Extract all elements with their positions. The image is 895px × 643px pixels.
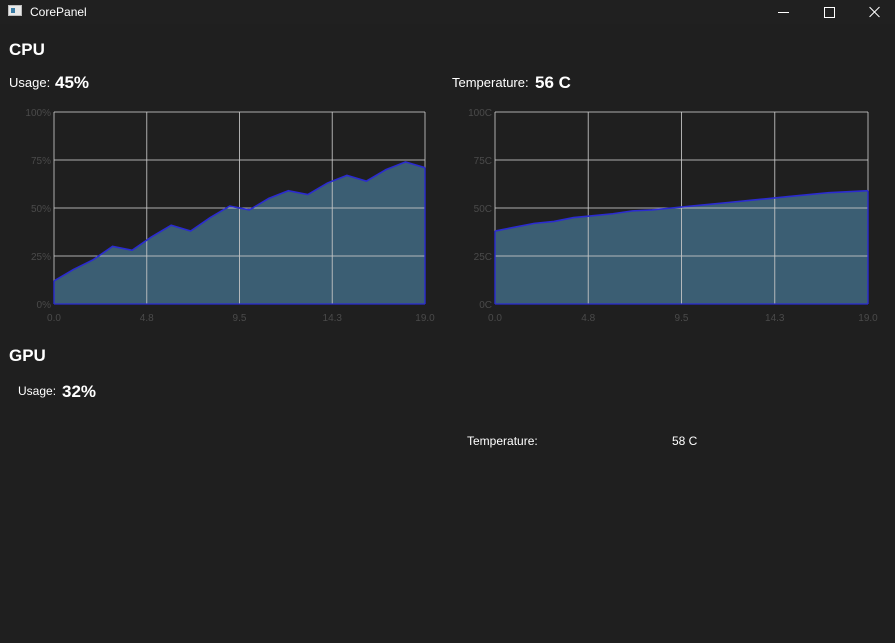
maximize-button[interactable] xyxy=(806,0,852,24)
minimize-button[interactable] xyxy=(760,0,806,24)
gpu-usage-label: Usage: xyxy=(18,384,57,398)
cpu-usage-value: 45% xyxy=(55,73,90,92)
y-tick-label: 0C xyxy=(479,300,492,311)
y-tick-label: 100C xyxy=(468,108,492,119)
y-tick-label: 100% xyxy=(25,108,51,119)
cpu-temperature-value: 56 C xyxy=(535,73,571,92)
x-tick-label: 19.0 xyxy=(858,313,878,324)
gpu-usage-value: 32% xyxy=(62,382,97,401)
close-icon xyxy=(869,6,881,18)
x-tick-label: 9.5 xyxy=(675,313,689,324)
cpu-temperature-chart-svg: 0.0 4.8 9.5 14.3 19.0 0C 25C 50C 75C 100C xyxy=(468,108,878,324)
gpu-section-title: GPU xyxy=(9,346,46,365)
cpu-temperature-chart: 0.0 4.8 9.5 14.3 19.0 0C 25C 50C 75C 100C xyxy=(442,104,892,326)
x-tick-label: 14.3 xyxy=(765,313,785,324)
cpu-usage-chart-svg: 0.0 4.8 9.5 14.3 19.0 0% 25% 50% 75% 100% xyxy=(25,108,435,324)
cpu-usage-chart: 0.0 4.8 9.5 14.3 19.0 0% 25% 50% 75% 100% xyxy=(0,104,435,326)
x-tick-label: 9.5 xyxy=(233,313,247,324)
x-tick-label: 4.8 xyxy=(140,313,154,324)
x-tick-label: 0.0 xyxy=(488,313,502,324)
minimize-icon xyxy=(777,11,789,13)
title-bar: CorePanel xyxy=(0,0,895,24)
y-tick-label: 75C xyxy=(474,156,492,167)
gpu-temperature-label: Temperature: xyxy=(467,434,538,448)
cpu-section-title: CPU xyxy=(9,40,45,59)
x-tick-label: 4.8 xyxy=(581,313,595,324)
y-tick-label: 25% xyxy=(31,252,51,263)
y-tick-label: 0% xyxy=(37,300,52,311)
app-icon xyxy=(8,5,22,16)
y-tick-label: 75% xyxy=(31,156,51,167)
maximize-icon xyxy=(823,6,835,18)
cpu-temperature-label: Temperature: xyxy=(452,75,529,90)
y-tick-label: 50C xyxy=(474,204,492,215)
y-tick-label: 25C xyxy=(474,252,492,263)
cpu-usage-label: Usage: xyxy=(9,75,51,90)
x-tick-label: 0.0 xyxy=(47,313,61,324)
close-button[interactable] xyxy=(852,0,895,24)
gpu-temperature-value: 58 C xyxy=(672,434,698,448)
y-tick-label: 50% xyxy=(31,204,51,215)
x-tick-label: 14.3 xyxy=(323,313,343,324)
x-tick-label: 19.0 xyxy=(415,313,435,324)
window-title: CorePanel xyxy=(30,5,87,19)
